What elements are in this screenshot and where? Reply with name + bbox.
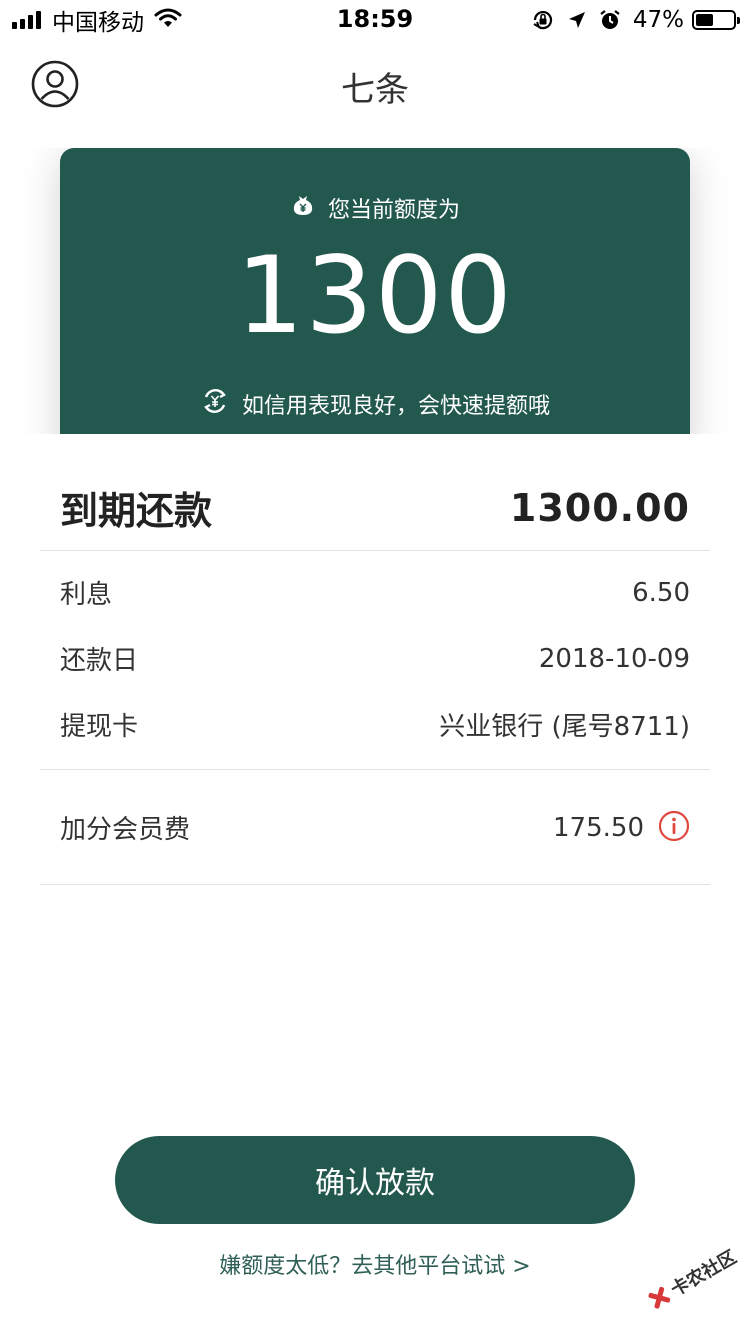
credit-limit-amount: 1300 <box>236 234 514 357</box>
membership-fee-right: 175.50 <box>553 810 690 846</box>
refresh-yen-icon <box>200 386 242 422</box>
status-right: 47% <box>519 6 740 34</box>
alarm-icon <box>599 9 621 31</box>
interest-label: 利息 <box>60 580 113 610</box>
interest-row: 利息 6.50 <box>60 574 690 611</box>
repayment-date-label: 还款日 <box>60 646 139 676</box>
withdraw-card-value: 兴业银行 (尾号8711) <box>439 712 690 742</box>
credit-card-wrapper: 您当前额度为 1300 如信用表现良好，会快速提额哦 <box>0 148 750 434</box>
membership-fee-row: 加分会员费 175.50 <box>60 809 690 846</box>
orientation-lock-icon <box>531 8 555 32</box>
withdraw-card-label: 提现卡 <box>60 712 139 742</box>
location-icon <box>567 10 587 30</box>
due-repayment-row: 到期还款 1300.00 <box>60 480 690 535</box>
battery-level <box>696 14 713 26</box>
money-bag-icon <box>290 192 328 224</box>
withdraw-card-row: 提现卡 兴业银行 (尾号8711) <box>60 706 690 743</box>
interest-value: 6.50 <box>632 577 690 608</box>
credit-limit-label: 您当前额度为 <box>327 198 460 223</box>
battery-icon <box>692 10 740 30</box>
divider <box>40 884 710 885</box>
repayment-date-value: 2018-10-09 <box>538 643 690 674</box>
info-icon[interactable] <box>658 810 690 846</box>
page-title: 七条 <box>341 70 409 110</box>
membership-fee-value: 175.50 <box>553 812 644 843</box>
membership-fee-label: 加分会员费 <box>60 815 191 845</box>
credit-tip-text: 如信用表现良好，会快速提额哦 <box>241 394 550 419</box>
confirm-loan-button[interactable]: 确认放款 <box>115 1136 635 1224</box>
divider <box>40 769 710 770</box>
divider <box>40 550 710 551</box>
status-bar: 中国移动 18:59 47% <box>0 0 750 40</box>
credit-tip-row: 如信用表现良好，会快速提额哦 <box>60 386 690 422</box>
due-repayment-label: 到期还款 <box>60 489 213 533</box>
credit-limit-label-row: 您当前额度为 <box>60 192 690 224</box>
repayment-date-row: 还款日 2018-10-09 <box>60 640 690 677</box>
credit-limit-card: 您当前额度为 1300 如信用表现良好，会快速提额哦 <box>60 148 690 434</box>
battery-percentage: 47% <box>632 7 684 33</box>
due-repayment-value: 1300.00 <box>509 485 690 530</box>
